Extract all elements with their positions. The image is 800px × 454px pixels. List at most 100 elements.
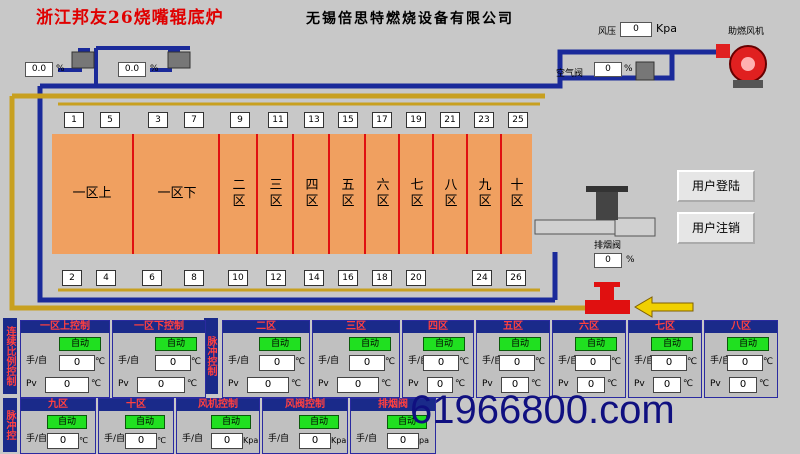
setpoint-value[interactable]: 0 [423,355,459,371]
burner-18[interactable]: 18 [372,270,392,286]
zone-8: 七 区 [398,134,434,254]
burner-7[interactable]: 7 [184,112,204,128]
setpoint-value[interactable]: 0 [59,355,95,371]
exhaust-valve-label: 排烟阀 [594,241,622,251]
auto-button[interactable]: 自动 [259,337,301,351]
zone-7: 六 区 [364,134,400,254]
zone-10: 九 区 [466,134,502,254]
auto-button[interactable]: 自动 [727,337,769,351]
setpoint-value[interactable]: 0 [651,355,687,371]
burner-3[interactable]: 3 [148,112,168,128]
burner-21[interactable]: 21 [440,112,460,128]
pv-label: Pv [228,379,239,389]
wind-pressure-label: 风压 [598,27,617,37]
auto-button[interactable]: 自动 [499,337,541,351]
auto-button[interactable]: 自动 [651,337,693,351]
burner-19[interactable]: 19 [406,112,426,128]
manual-auto-label: 手/自 [356,434,378,444]
pv-label: Pv [710,379,721,389]
burner-12[interactable]: 12 [266,270,286,286]
pv-value: 0 [337,377,379,393]
auto-button[interactable]: 自动 [155,337,197,351]
auto-button[interactable]: 自动 [423,337,465,351]
control-panel: 风阀控制 自动 手/自 0 Kpa [262,398,348,454]
setpoint-unit: ℃ [687,357,698,367]
setpoint-value[interactable]: 0 [387,433,419,449]
setpoint-value[interactable]: 0 [727,355,763,371]
setpoint-unit: pa [419,436,429,445]
burner-16[interactable]: 16 [338,270,358,286]
panel-title: 五区 [477,321,549,333]
burner-9[interactable]: 9 [230,112,250,128]
panel-title: 九区 [21,399,95,411]
pv-value: 0 [247,377,289,393]
burner-8[interactable]: 8 [184,270,204,286]
wind-pressure-value[interactable]: 0 [620,22,652,37]
burner-2[interactable]: 2 [62,270,82,286]
burner-14[interactable]: 14 [304,270,324,286]
panel-title: 六区 [553,321,625,333]
wind-pressure-unit: Kpa [656,22,677,35]
burner-15[interactable]: 15 [338,112,358,128]
auto-button[interactable]: 自动 [211,415,251,429]
auto-button[interactable]: 自动 [47,415,87,429]
side-label-proportional: 连续比例控制 [3,318,17,394]
burner-23[interactable]: 23 [474,112,494,128]
pv-label: Pv [118,379,129,389]
manual-auto-label: 手/自 [182,434,204,444]
auto-button[interactable]: 自动 [299,415,339,429]
auto-button[interactable]: 自动 [575,337,617,351]
setpoint-unit: Kpa [243,436,259,445]
panel-title: 八区 [705,321,777,333]
burner-13[interactable]: 13 [304,112,324,128]
air-valve-value[interactable]: 0 [594,62,622,77]
exhaust-valve-value[interactable]: 0 [594,253,622,268]
valve2-opening[interactable]: 0.0 [118,62,146,77]
burner-11[interactable]: 11 [268,112,288,128]
zone-4: 三 区 [256,134,294,254]
setpoint-value[interactable]: 0 [125,433,157,449]
setpoint-unit: ℃ [459,357,470,367]
setpoint-value[interactable]: 0 [259,355,295,371]
setpoint-unit: ℃ [191,357,202,367]
setpoint-unit: ℃ [611,357,622,367]
auto-button[interactable]: 自动 [349,337,391,351]
login-button[interactable]: 用户登陆 [677,170,755,202]
air-valve-unit: % [624,64,633,74]
auto-button[interactable]: 自动 [59,337,101,351]
burner-4[interactable]: 4 [96,270,116,286]
pv-unit: ℃ [381,379,392,389]
manual-auto-label: 手/自 [26,434,48,444]
burner-26[interactable]: 26 [506,270,526,286]
setpoint-value[interactable]: 0 [155,355,191,371]
burner-20[interactable]: 20 [406,270,426,286]
setpoint-unit: ℃ [763,357,774,367]
burner-17[interactable]: 17 [372,112,392,128]
side-label-pulse: 脉冲控制 [204,318,218,394]
setpoint-value[interactable]: 0 [349,355,385,371]
setpoint-value[interactable]: 0 [499,355,535,371]
panel-title: 二区 [223,321,309,333]
burner-24[interactable]: 24 [472,270,492,286]
panel-title: 十区 [99,399,173,411]
burner-6[interactable]: 6 [142,270,162,286]
zone-11: 十 区 [500,134,532,254]
setpoint-value[interactable]: 0 [211,433,243,449]
burner-10[interactable]: 10 [228,270,248,286]
setpoint-value[interactable]: 0 [299,433,331,449]
burner-1[interactable]: 1 [64,112,84,128]
zone-1: 一区上 [52,134,132,254]
setpoint-value[interactable]: 0 [575,355,611,371]
valve2-unit: % [150,64,159,74]
burner-25[interactable]: 25 [508,112,528,128]
pv-label: Pv [318,379,329,389]
pv-value: 0 [137,377,185,393]
panel-title: 风阀控制 [263,399,347,411]
pv-value: 0 [45,377,89,393]
logout-button[interactable]: 用户注销 [677,212,755,244]
setpoint-value[interactable]: 0 [47,433,79,449]
auto-button[interactable]: 自动 [125,415,165,429]
valve1-opening[interactable]: 0.0 [25,62,53,77]
control-panel: 九区 自动 手/自 0 ℃ [20,398,96,454]
burner-5[interactable]: 5 [100,112,120,128]
